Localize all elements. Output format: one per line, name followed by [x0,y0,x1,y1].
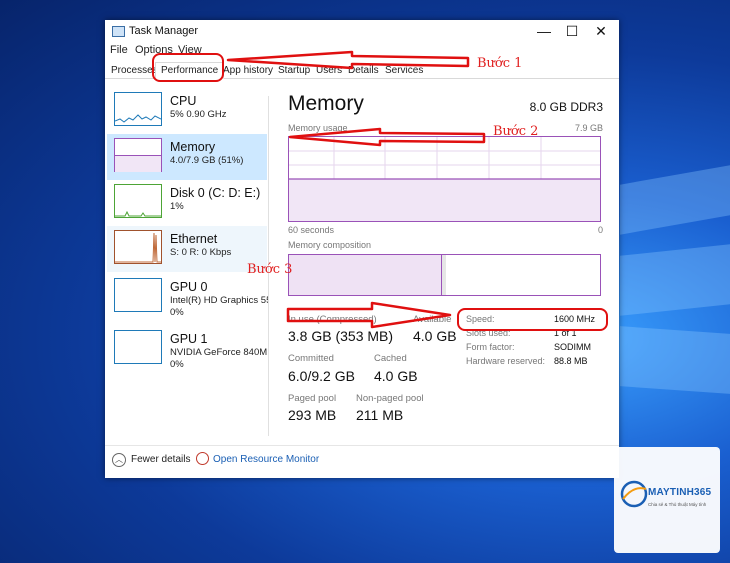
annotation-step-2: Bước 2 [493,124,539,139]
annotation-step-3: Bước 3 [247,262,293,277]
annotation-box-speed [457,308,608,331]
logo-brand: MAYTINH365 [648,487,712,498]
globe-logo-icon [620,480,648,508]
logo-tagline: Chia sẻ & Thủ thuật Máy tính [648,502,707,507]
annotation-step-1: Bước 1 [477,56,523,71]
maytinh365-logo: MAYTINH365 Chia sẻ & Thủ thuật Máy tính [614,447,720,553]
